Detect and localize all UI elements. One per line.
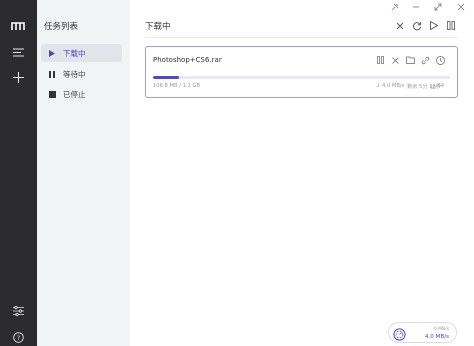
nav-item-waiting[interactable]: 等待中 [41,65,122,83]
header-divider [145,37,458,38]
play-icon [48,49,56,57]
download-speed: 4.0 MB/s [424,334,449,340]
task-size: 106.8 MB / 1.2 GB [153,83,201,89]
panel-title: 任务列表 [44,22,79,32]
clear-icon[interactable] [394,20,405,31]
nav-item-downloading[interactable]: 下载中 [41,44,122,62]
page-title: 下载中 [145,22,171,32]
logo-icon [7,15,29,37]
pause-icon[interactable] [375,55,385,65]
add-task-icon[interactable] [7,66,29,88]
folder-icon[interactable] [405,55,415,65]
resume-all-icon[interactable] [428,20,439,31]
upload-speed: 0 MB/s [433,327,449,332]
pause-all-icon[interactable] [445,20,456,31]
progress-fill [153,76,179,79]
nav-item-label: 已停止 [63,89,86,99]
pause-icon [48,70,56,78]
task-name: Photoshop+CS6.rar [153,56,222,64]
nav-item-label: 下载中 [63,48,86,58]
help-icon[interactable]: ? [7,326,29,346]
speed-meter[interactable]: 0 MB/s 4.0 MB/s [388,322,457,343]
left-rail: ? [0,0,37,346]
nav-item-label: 等待中 [63,69,86,79]
connections-icon [431,84,436,89]
info-icon[interactable] [435,55,445,65]
task-speed: ↓ 4.0 MB/s [376,83,405,89]
speed-gauge-icon [393,326,406,341]
nav-item-stopped[interactable]: 已停止 [41,85,122,103]
app-window: ? 任务列表 下载中 等待中 已停止 下载中 Photoshop+CS6.rar… [0,0,474,346]
connections-count: 64 [437,83,445,89]
menu-icon[interactable] [7,41,29,63]
pin-icon[interactable] [390,3,400,11]
task-list-panel: 任务列表 下载中 等待中 已停止 [37,0,130,346]
svg-text:?: ? [16,334,19,342]
link-icon[interactable] [420,55,430,65]
refresh-icon[interactable] [411,20,422,31]
settings-sliders-icon[interactable] [7,300,29,322]
task-card[interactable]: Photoshop+CS6.rar 106.8 MB / 1.2 GB ↓ 4.… [145,46,458,98]
main-area: 下载中 Photoshop+CS6.rar 106.8 MB / 1.2 GB … [130,0,474,346]
connections: 64 [431,83,444,89]
close-window-icon[interactable] [456,3,466,11]
progress-bar [153,76,450,79]
delete-icon[interactable] [390,55,400,65]
stop-icon [48,90,56,98]
maximize-icon[interactable] [433,3,443,11]
minimize-icon[interactable] [411,3,421,11]
